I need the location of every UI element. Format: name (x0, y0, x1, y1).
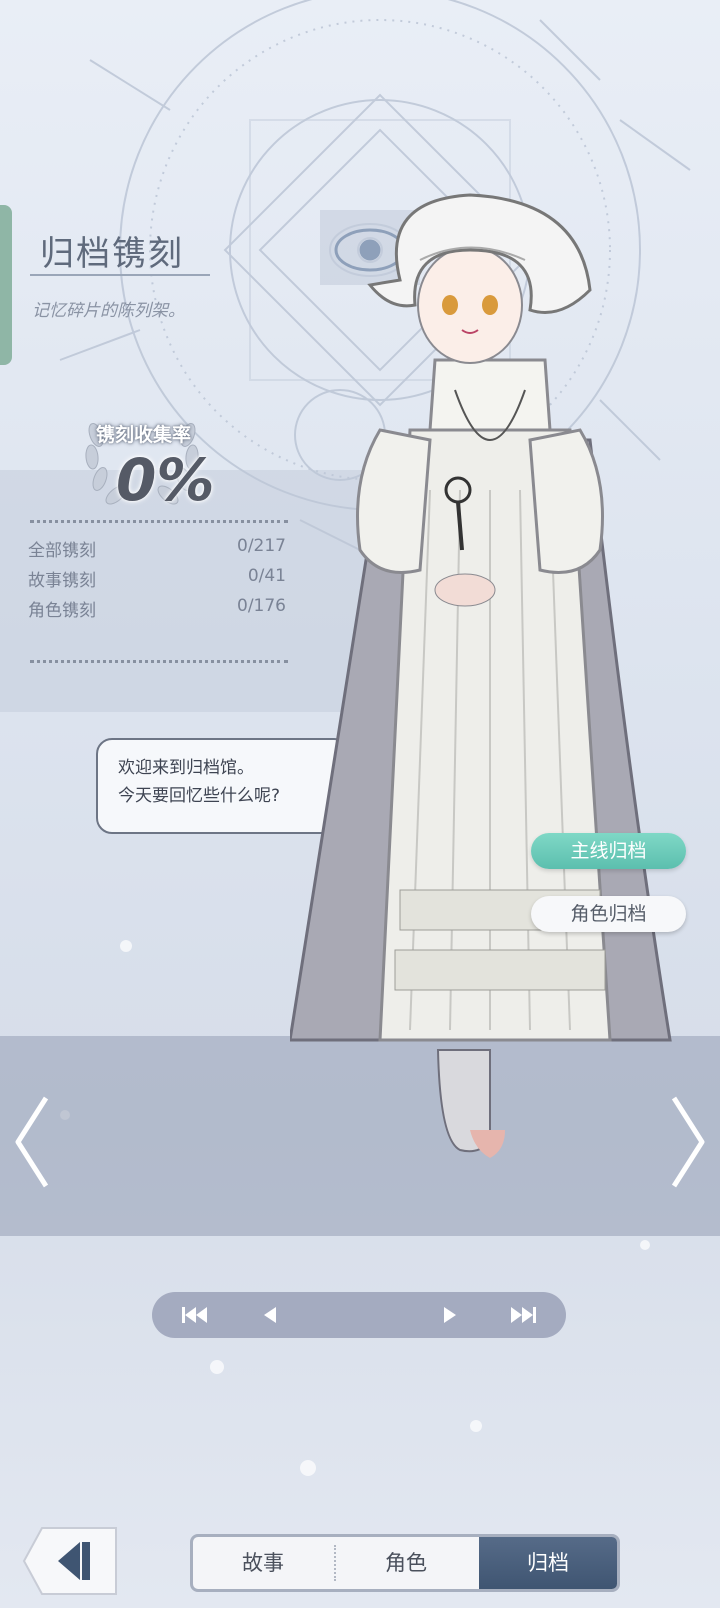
snow-particle (210, 1360, 224, 1374)
snow-particle (300, 1460, 316, 1476)
play-reverse-icon[interactable] (252, 1300, 288, 1330)
dialogue-line: 今天要回忆些什么呢? (118, 786, 281, 806)
snow-particle (120, 940, 132, 952)
character-illustration[interactable] (290, 190, 700, 1180)
skip-back-icon[interactable] (176, 1300, 212, 1330)
tab-character[interactable]: 角色 (335, 1537, 477, 1589)
stat-row-character: 角色镌刻 0/176 (28, 596, 286, 622)
snow-particle (470, 1420, 482, 1432)
playback-controls (152, 1292, 566, 1338)
bottom-tab-bar: 故事 角色 归档 (190, 1534, 620, 1592)
stat-label: 全部镌刻 (28, 541, 96, 561)
skip-forward-icon[interactable] (506, 1300, 542, 1330)
stat-value: 0/217 (237, 536, 286, 556)
stat-label: 故事镌刻 (28, 571, 96, 591)
page-subtitle: 记忆碎片的陈列架。 (32, 301, 185, 321)
tab-archive[interactable]: 归档 (479, 1537, 617, 1589)
play-icon[interactable] (432, 1300, 468, 1330)
dialogue-text: 欢迎来到归档馆。 今天要回忆些什么呢? (118, 754, 280, 810)
chevron-right-icon[interactable] (668, 1092, 708, 1192)
main-archive-button[interactable]: 主线归档 (531, 833, 686, 869)
collection-rate-value: 0% (116, 446, 215, 514)
collection-rate-label: 镌刻收集率 (96, 424, 192, 446)
stat-row-all: 全部镌刻 0/217 (28, 536, 286, 562)
stat-row-story: 故事镌刻 0/41 (28, 566, 286, 592)
page-title: 归档镌刻 (40, 234, 184, 274)
dotted-divider (30, 520, 288, 523)
back-button[interactable] (22, 1526, 118, 1596)
dotted-divider (30, 660, 288, 663)
stat-label: 角色镌刻 (28, 601, 96, 621)
title-underline (30, 274, 210, 276)
title-accent-tab (0, 205, 12, 365)
dialogue-line: 欢迎来到归档馆。 (118, 758, 254, 778)
chevron-left-icon[interactable] (12, 1092, 52, 1192)
stat-value: 0/176 (237, 596, 286, 616)
stat-value: 0/41 (247, 566, 286, 586)
snow-particle (640, 1240, 650, 1250)
tab-story[interactable]: 故事 (193, 1537, 333, 1589)
character-archive-button[interactable]: 角色归档 (531, 896, 686, 932)
